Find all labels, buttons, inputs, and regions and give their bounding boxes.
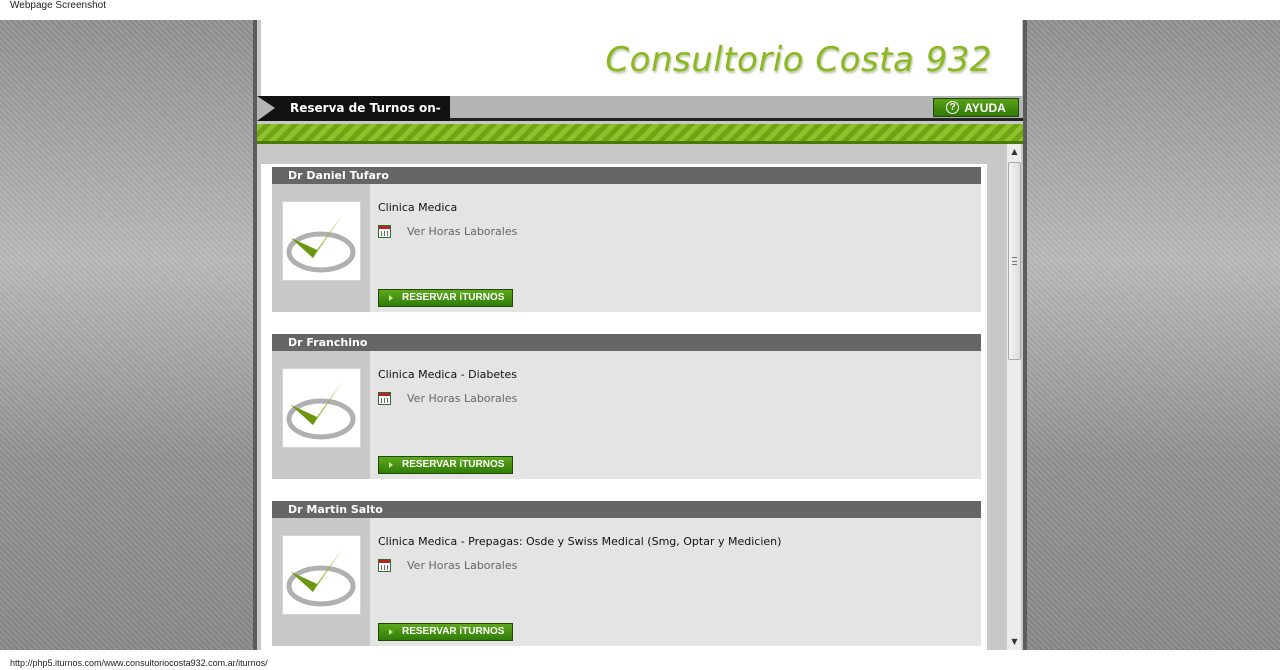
doctor-card: Dr Martin Salto Clinica Medica - Prepaga… <box>272 501 981 646</box>
view-hours-label: Ver Horas Laborales <box>407 559 518 572</box>
reserve-button[interactable]: RESERVAR iTURNOS <box>378 456 513 474</box>
doctor-specialty: Clinica Medica <box>378 201 458 214</box>
doctor-card-side <box>272 184 370 312</box>
doctor-card: Dr Franchino Clinica Medica - Diabetes V… <box>272 334 981 479</box>
doctor-specialty: Clinica Medica - Diabetes <box>378 368 517 381</box>
doctor-list: Dr Daniel Tufaro Clinica Medica Ver Hora… <box>261 164 987 650</box>
site-header: Consultorio Costa 932 <box>261 20 1022 96</box>
site-page: Consultorio Costa 932 Reserva de Turnos … <box>257 20 1023 650</box>
question-circle-icon: ? <box>946 101 960 114</box>
scroll-down-arrow-icon[interactable]: ▼ <box>1007 634 1022 650</box>
view-hours-label: Ver Horas Laborales <box>407 392 518 405</box>
calendar-icon <box>378 559 391 572</box>
reserve-button[interactable]: RESERVAR iTURNOS <box>378 289 513 307</box>
help-button[interactable]: ? AYUDA <box>933 98 1019 117</box>
calendar-icon <box>378 392 391 405</box>
checkmark-logo-icon <box>282 201 361 281</box>
help-label: AYUDA <box>964 100 1006 115</box>
vertical-scrollbar[interactable]: ▲ ▼ <box>1006 144 1021 650</box>
view-hours-link[interactable]: Ver Horas Laborales <box>378 392 517 405</box>
green-stripe-banner <box>257 124 1023 144</box>
nav-tab-reserva[interactable]: Reserva de Turnos on-line <box>257 96 450 140</box>
checkmark-logo-icon <box>282 368 361 448</box>
doctor-card-body: Clinica Medica - Prepagas: Osde y Swiss … <box>272 518 981 646</box>
site-title: Consultorio Costa 932 <box>605 40 992 80</box>
doctor-specialty: Clinica Medica - Prepagas: Osde y Swiss … <box>378 535 782 548</box>
view-hours-label: Ver Horas Laborales <box>407 225 518 238</box>
status-url: http://php5.iturnos.com/www.consultorioc… <box>10 658 268 668</box>
scroll-thumb[interactable] <box>1008 162 1021 360</box>
doctor-name: Dr Daniel Tufaro <box>272 167 981 184</box>
doctor-card: Dr Daniel Tufaro Clinica Medica Ver Hora… <box>272 167 981 312</box>
grip-icon <box>1012 257 1017 265</box>
reserve-button[interactable]: RESERVAR iTURNOS <box>378 623 513 641</box>
doctor-name: Dr Martin Salto <box>272 501 981 518</box>
checkmark-logo-icon <box>282 535 361 615</box>
view-hours-link[interactable]: Ver Horas Laborales <box>378 559 517 572</box>
window-caption: Webpage Screenshot <box>10 0 106 11</box>
site-frame: Consultorio Costa 932 Reserva de Turnos … <box>253 20 1027 650</box>
view-hours-link[interactable]: Ver Horas Laborales <box>378 225 517 238</box>
status-bar: http://php5.iturnos.com/www.consultorioc… <box>0 650 1280 670</box>
doctor-name: Dr Franchino <box>272 334 981 351</box>
doctor-card-body: Clinica Medica - Diabetes Ver Horas Labo… <box>272 351 981 479</box>
doctor-card-side <box>272 351 370 479</box>
calendar-icon <box>378 225 391 238</box>
scroll-up-arrow-icon[interactable]: ▲ <box>1007 144 1022 160</box>
doctor-card-side <box>272 518 370 646</box>
nav-bar: Reserva de Turnos on-line ? AYUDA <box>257 96 1023 140</box>
doctor-card-body: Clinica Medica Ver Horas Laborales RESER… <box>272 184 981 312</box>
